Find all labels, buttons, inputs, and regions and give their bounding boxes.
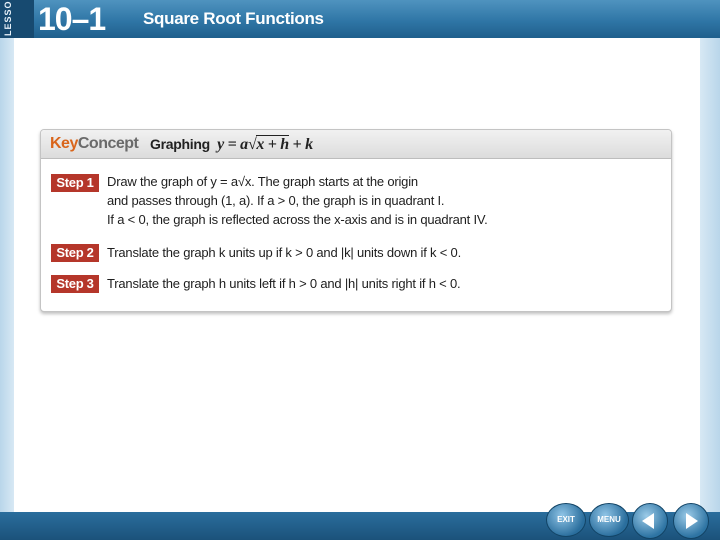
lesson-word: LESSON — [3, 0, 13, 36]
step-3-line-1: Translate the graph h units left if h > … — [107, 276, 461, 291]
lesson-number: 10–1 — [38, 1, 106, 37]
step-1-line-3: If a < 0, the graph is reflected across … — [107, 212, 488, 227]
step-3-text: Translate the graph h units left if h > … — [107, 274, 461, 293]
key-concept-label: KeyConcept — [50, 135, 139, 153]
left-frame — [0, 38, 14, 512]
concept-label: Concept — [77, 135, 139, 152]
key-concept-heading: Graphing y = a√x + h + k — [150, 135, 313, 154]
arrow-left-icon — [642, 513, 654, 529]
step-1-badge: Step 1 — [51, 174, 99, 192]
step-2-text: Translate the graph k units up if k > 0 … — [107, 243, 461, 262]
previous-button[interactable] — [632, 503, 668, 539]
key-label: Key — [50, 135, 78, 152]
page-title: Square Root Functions — [143, 9, 324, 28]
header-bar: LESSON 10–1 Square Root Functions — [0, 0, 720, 38]
lesson-tab: LESSON — [0, 0, 34, 38]
step-2-line-1: Translate the graph k units up if k > 0 … — [107, 245, 461, 260]
exit-button[interactable]: EXIT — [546, 503, 586, 537]
key-concept-panel: KeyConcept Graphing y = a√x + h + k Step… — [40, 129, 672, 312]
arrow-right-icon — [686, 513, 698, 529]
step-1-line-2: and passes through (1, a). If a > 0, the… — [107, 193, 445, 208]
step-1-text: Draw the graph of y = a√x. The graph sta… — [107, 172, 488, 229]
key-concept-header: KeyConcept Graphing y = a√x + h + k — [41, 130, 671, 159]
next-button[interactable] — [673, 503, 709, 539]
right-frame — [700, 38, 720, 512]
menu-button[interactable]: MENU — [589, 503, 629, 537]
step-1-line-1: Draw the graph of y = a√x. The graph sta… — [107, 174, 418, 189]
step-2-badge: Step 2 — [51, 244, 99, 262]
heading-equation: y = a√x + h + k — [213, 135, 313, 153]
step-3-badge: Step 3 — [51, 275, 99, 293]
graphing-word: Graphing — [150, 136, 210, 152]
